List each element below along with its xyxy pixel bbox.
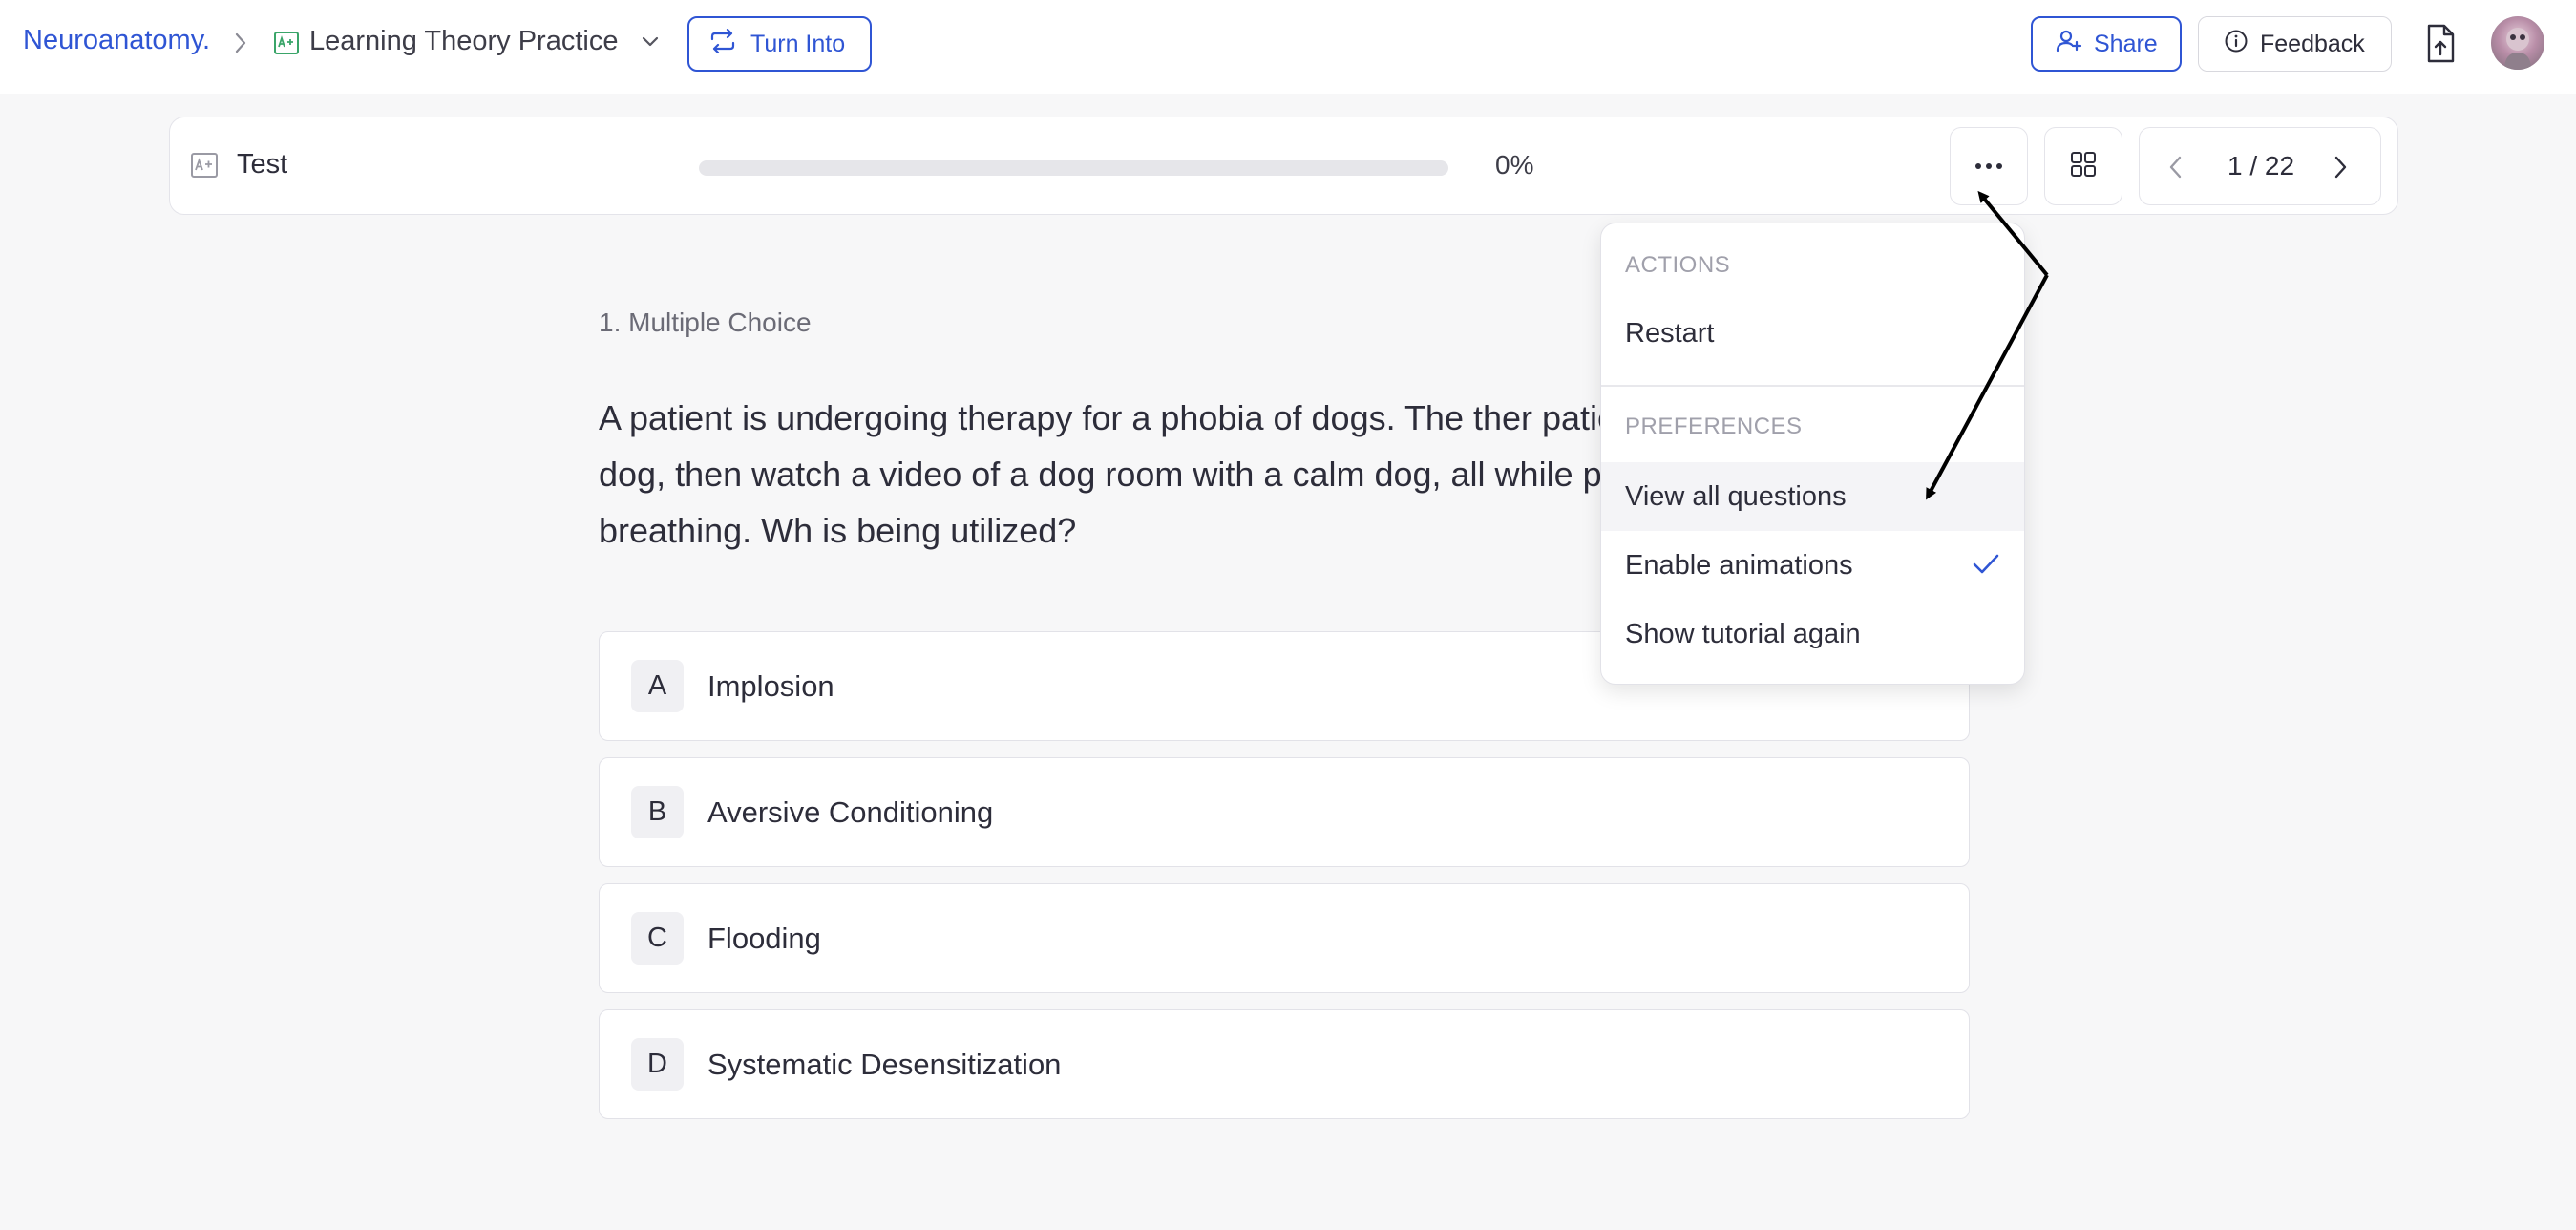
menu-divider — [1601, 385, 2024, 387]
answer-option-d[interactable]: D Systematic Desensitization — [599, 1009, 1970, 1119]
progress-percent: 0% — [1495, 150, 1534, 180]
option-letter: D — [631, 1038, 684, 1091]
menu-item-label: Restart — [1625, 317, 1715, 349]
turn-into-label: Turn Into — [750, 30, 846, 57]
option-letter: A — [631, 660, 684, 712]
more-options-button[interactable] — [1950, 127, 2028, 205]
menu-item-label: Show tutorial again — [1625, 618, 1861, 649]
question-type: 1. Multiple Choice — [599, 308, 812, 337]
repeat-icon — [708, 28, 737, 60]
info-icon — [2224, 29, 2249, 60]
grade-doc-icon — [190, 152, 219, 183]
menu-section-preferences: PREFERENCES — [1625, 414, 1803, 439]
breadcrumb-chevron-icon — [233, 30, 248, 61]
user-plus-icon — [2056, 29, 2082, 60]
avatar[interactable] — [2491, 16, 2544, 70]
turn-into-button[interactable]: Turn Into — [687, 16, 872, 72]
feedback-button[interactable]: Feedback — [2198, 16, 2392, 72]
test-title: Test — [237, 149, 288, 180]
progress-bar — [699, 160, 1448, 176]
more-horizontal-icon — [1974, 158, 2003, 175]
top-bar: Neuroanatomy. Learning Theory Practice T… — [0, 0, 2576, 94]
question-pager: 1 / 22 — [2139, 127, 2381, 205]
option-text: Implosion — [707, 669, 834, 703]
chevron-right-icon[interactable] — [2331, 153, 2350, 186]
menu-section-actions: ACTIONS — [1625, 252, 1731, 278]
breadcrumb-root[interactable]: Neuroanatomy. — [23, 25, 210, 56]
menu-item-show-tutorial[interactable]: Show tutorial again — [1601, 600, 2024, 668]
breadcrumb-current[interactable]: Learning Theory Practice — [309, 26, 618, 57]
share-button[interactable]: Share — [2031, 16, 2182, 72]
option-letter: C — [631, 912, 684, 965]
menu-item-view-all-questions[interactable]: View all questions — [1601, 462, 2024, 531]
option-text: Aversive Conditioning — [707, 795, 994, 829]
grade-doc-icon — [273, 31, 300, 60]
grid-view-button[interactable] — [2044, 127, 2122, 205]
feedback-label: Feedback — [2260, 30, 2365, 57]
check-icon — [1972, 552, 2000, 584]
answer-option-c[interactable]: C Flooding — [599, 883, 1970, 993]
answer-option-b[interactable]: B Aversive Conditioning — [599, 757, 1970, 867]
chevron-down-icon[interactable] — [640, 34, 661, 54]
test-toolbar: Test 0% 1 / 22 — [169, 117, 2398, 215]
grid-icon — [2070, 151, 2097, 182]
menu-item-label: View all questions — [1625, 480, 1847, 512]
share-label: Share — [2094, 30, 2158, 57]
option-text: Flooding — [707, 922, 821, 955]
menu-item-enable-animations[interactable]: Enable animations — [1601, 531, 2024, 600]
file-upload-icon[interactable] — [2421, 23, 2460, 70]
menu-item-label: Enable animations — [1625, 549, 1853, 581]
menu-item-restart[interactable]: Restart — [1601, 299, 2024, 368]
option-text: Systematic Desensitization — [707, 1048, 1062, 1081]
option-letter: B — [631, 786, 684, 838]
options-dropdown-menu: ACTIONS Restart PREFERENCES View all que… — [1600, 223, 2025, 685]
